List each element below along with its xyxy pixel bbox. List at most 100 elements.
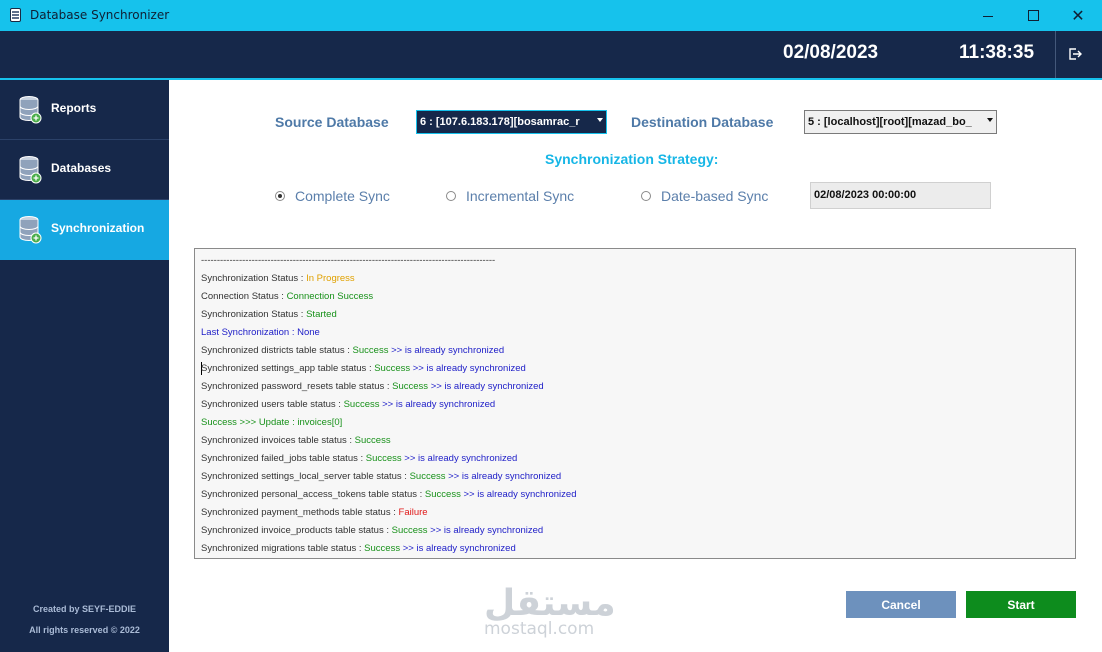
- log-segment: Synchronized invoice_products table stat…: [201, 525, 392, 536]
- log-segment: Success: [365, 453, 402, 464]
- log-segment: Synchronized users table status :: [201, 399, 344, 410]
- log-segment: Success: [352, 345, 389, 356]
- cancel-button[interactable]: Cancel: [846, 591, 956, 618]
- log-segment: Success: [424, 489, 461, 500]
- header-bar: 02/08/2023 11:38:35: [0, 31, 1102, 78]
- radio-date-based-sync[interactable]: Date-based Sync: [641, 188, 768, 204]
- log-segment: Synchronized payment_methods table statu…: [201, 507, 399, 518]
- log-segment: Last Synchronization : None: [201, 327, 320, 338]
- sidebar-item-databases[interactable]: Databases: [0, 140, 169, 200]
- log-segment: Failure: [398, 507, 428, 518]
- log-segment: Synchronized password_resets table statu…: [201, 381, 393, 392]
- log-line: Synchronized password_resets table statu…: [201, 381, 544, 392]
- log-segment: Synchronized failed_jobs table status :: [201, 453, 366, 464]
- radio-unselected-icon: [446, 191, 456, 201]
- minimize-icon: [983, 16, 993, 17]
- sync-log-panel[interactable]: ----------------------------------------…: [194, 248, 1076, 559]
- log-segment: Success: [364, 543, 401, 554]
- log-segment: Synchronized migrations table status :: [201, 543, 365, 554]
- log-segment: Connection Success: [286, 291, 374, 302]
- watermark-arabic: مستقل: [484, 583, 616, 624]
- log-segment: Connection Status :: [201, 291, 287, 302]
- log-line: Synchronized migrations table status : S…: [201, 543, 516, 554]
- logout-icon[interactable]: [1068, 47, 1082, 61]
- log-segment: Synchronized districts table status :: [201, 345, 353, 356]
- log-segment: >> is already synchronized: [460, 489, 577, 500]
- database-add-icon: [19, 216, 42, 244]
- maximize-icon: [1027, 10, 1039, 21]
- log-line: Synchronized districts table status : Su…: [201, 345, 504, 356]
- maximize-button[interactable]: [1010, 0, 1056, 31]
- header-date: 02/08/2023: [783, 42, 879, 63]
- sidebar-item-label: Reports: [51, 101, 97, 115]
- start-button[interactable]: Start: [966, 591, 1076, 618]
- chevron-down-icon: [597, 118, 603, 122]
- source-database-label: Source Database: [275, 114, 389, 130]
- log-segment: >> is already synchronized: [400, 543, 516, 554]
- log-segment: Success: [374, 363, 411, 374]
- log-line: Synchronized users table status : Succes…: [201, 399, 495, 410]
- sidebar-item-label: Databases: [51, 161, 112, 175]
- log-segment: >> is already synchronized: [428, 381, 544, 392]
- sidebar-item-synchronization[interactable]: Synchronization: [0, 200, 169, 260]
- chevron-down-icon: [987, 118, 993, 122]
- database-add-icon: [19, 96, 42, 124]
- header-divider: [1055, 31, 1056, 78]
- log-segment: Synchronized settings_app table status :: [201, 363, 375, 374]
- destination-database-value: 5 : [localhost][root][mazad_bo_: [808, 116, 972, 128]
- log-segment: >> is already synchronized: [427, 525, 544, 536]
- log-line: Last Synchronization : None: [201, 327, 320, 338]
- watermark-latin: mostaql.com: [484, 619, 595, 639]
- credit-author: Created by SEYF-EDDIE: [32, 604, 137, 614]
- log-segment: ----------------------------------------…: [201, 255, 496, 266]
- close-button[interactable]: ✕: [1055, 0, 1101, 31]
- log-line: Synchronization Status : Started: [201, 309, 337, 320]
- log-segment: Started: [306, 309, 337, 320]
- log-segment: Success: [392, 381, 429, 392]
- radio-unselected-icon: [641, 191, 651, 201]
- sync-date-field[interactable]: 02/08/2023 00:00:00: [810, 182, 991, 209]
- sidebar: Reports Databases Synchronization Create…: [0, 80, 169, 652]
- radio-complete-sync[interactable]: Complete Sync: [275, 188, 390, 204]
- log-segment: Success: [343, 399, 380, 410]
- log-segment: >> is already synchronized: [410, 363, 526, 374]
- app-database-icon: [10, 8, 21, 22]
- log-line: Synchronized settings_app table status :…: [201, 363, 526, 374]
- log-segment: Success: [391, 525, 428, 536]
- radio-selected-icon: [275, 191, 285, 201]
- log-segment: Synchronized personal_access_tokens tabl…: [201, 489, 425, 500]
- log-segment: >> is already synchronized: [445, 471, 562, 482]
- credit-rights: All rights reserved © 2022: [29, 625, 140, 635]
- database-add-icon: [19, 156, 42, 184]
- log-segment: In Progress: [306, 273, 355, 284]
- radio-label: Date-based Sync: [661, 188, 769, 204]
- log-line: Synchronized personal_access_tokens tabl…: [201, 489, 576, 500]
- sidebar-item-label: Synchronization: [51, 221, 145, 235]
- log-segment: >> is already synchronized: [388, 345, 505, 356]
- minimize-button[interactable]: [965, 0, 1011, 31]
- close-icon: ✕: [1071, 6, 1085, 25]
- log-line: Synchronization Status : In Progress: [201, 273, 355, 284]
- radio-incremental-sync[interactable]: Incremental Sync: [446, 188, 574, 204]
- log-line: Synchronized invoices table status : Suc…: [201, 435, 391, 446]
- log-line: Synchronized payment_methods table statu…: [201, 507, 428, 518]
- window-title: Database Synchronizer: [30, 8, 170, 22]
- log-segment: Synchronized invoices table status :: [201, 435, 355, 446]
- radio-label: Complete Sync: [295, 188, 390, 204]
- header-time: 11:38:35: [959, 42, 1035, 63]
- source-database-value: 6 : [107.6.183.178][bosamrac_r: [420, 116, 580, 128]
- log-segment: Success >>> Update : invoices[0]: [201, 417, 343, 428]
- log-segment: >> is already synchronized: [379, 399, 496, 410]
- log-line: Synchronized invoice_products table stat…: [201, 525, 543, 536]
- destination-database-label: Destination Database: [631, 114, 774, 130]
- radio-label: Incremental Sync: [466, 188, 575, 204]
- source-database-select[interactable]: 6 : [107.6.183.178][bosamrac_r: [416, 110, 607, 134]
- log-segment: Synchronization Status :: [201, 273, 307, 284]
- log-line: Synchronized settings_local_server table…: [201, 471, 561, 482]
- log-segment: Success: [354, 435, 391, 446]
- log-segment: Synchronized settings_local_server table…: [201, 471, 410, 482]
- destination-database-select[interactable]: 5 : [localhost][root][mazad_bo_: [804, 110, 997, 134]
- sidebar-item-reports[interactable]: Reports: [0, 80, 169, 140]
- log-segment: >> is already synchronized: [401, 453, 518, 464]
- log-segment: Success: [409, 471, 446, 482]
